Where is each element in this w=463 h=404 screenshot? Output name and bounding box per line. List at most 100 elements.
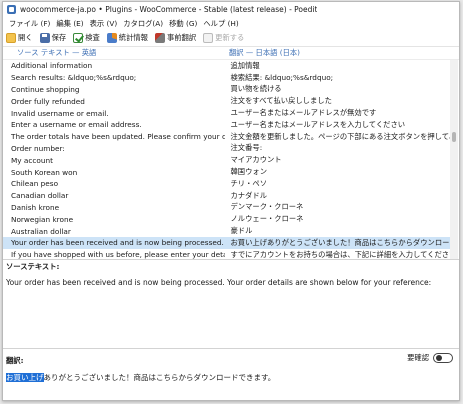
- toggle-knob: [436, 355, 442, 361]
- panel-divider[interactable]: [3, 259, 459, 260]
- row-translation-text: チリ・ペソ: [230, 178, 267, 188]
- panel-divider-2[interactable]: [3, 348, 459, 349]
- row-source-text: Enter a username or email address.: [11, 120, 142, 130]
- list-row[interactable]: Australian dollar 豪ドル: [3, 225, 451, 237]
- list-row[interactable]: South Korean won 韓国ウォン: [3, 166, 451, 178]
- save-icon: [39, 33, 50, 43]
- menu-edit[interactable]: 編集 (E): [53, 19, 86, 29]
- row-translation-text: ユーザー名またはメールアドレスを入力してください: [230, 119, 406, 129]
- validate-label: 検査: [85, 33, 100, 42]
- pretranslate-icon: [154, 33, 165, 43]
- folder-icon: [6, 33, 16, 43]
- open-label: 開く: [18, 33, 33, 42]
- menu-bar: ファイル (F) 編集 (E) 表示 (V) カタログ(A) 移動 (G) ヘル…: [3, 17, 459, 30]
- row-translation-text: ノルウェー・クローネ: [230, 214, 304, 224]
- list-row[interactable]: The order totals have been updated. Plea…: [3, 131, 451, 143]
- row-source-text: Canadian dollar: [11, 191, 69, 201]
- translation-text: お買い上げありがとうございました！商品はこちらからダウンロードできます。: [6, 372, 275, 383]
- pie-chart-icon: [106, 33, 117, 43]
- row-translation-text: お買い上げありがとうございました！商品はこちらからダウンロードできます。: [230, 237, 451, 247]
- pretranslate-label: 事前翻訳: [166, 33, 197, 42]
- toolbar: 開く 保存 検査 統計情報 事前翻訳 更新する: [3, 30, 459, 47]
- save-button[interactable]: 保存: [39, 33, 67, 43]
- list-row[interactable]: If you have shopped with us before, plea…: [3, 249, 451, 259]
- row-translation-text: ユーザー名またはメールアドレスが無効です: [230, 108, 377, 118]
- list-row[interactable]: Canadian dollar カナダドル: [3, 190, 451, 202]
- poedit-app-icon: [7, 5, 16, 14]
- row-translation-text: 検索結果: &ldquo;%s&rdquo;: [230, 72, 334, 82]
- menu-catalog[interactable]: カタログ(A): [120, 19, 166, 29]
- translation-column-header[interactable]: 翻訳 — 日本語 (日本): [225, 48, 452, 58]
- update-icon: [203, 33, 214, 43]
- translation-label: 翻訳:: [6, 356, 24, 365]
- fuzzy-toggle-group: 要確認: [407, 353, 453, 363]
- list-row[interactable]: Order number: 注文番号:: [3, 143, 451, 155]
- row-translation-text: 豪ドル: [230, 226, 253, 236]
- row-source-text: Norwegian krone: [11, 214, 74, 224]
- menu-view[interactable]: 表示 (V): [87, 19, 121, 29]
- menu-help[interactable]: ヘルプ (H): [200, 19, 241, 29]
- source-text-label: ソーステキスト:: [6, 262, 60, 271]
- source-column-header[interactable]: ソース テキスト — 英語: [3, 48, 225, 58]
- list-row[interactable]: Norwegian krone ノルウェー・クローネ: [3, 213, 451, 225]
- check-icon: [73, 33, 84, 43]
- row-translation-text: 注文番号:: [230, 143, 263, 153]
- row-translation-text: マイアカウント: [230, 155, 282, 165]
- update-label: 更新する: [215, 33, 245, 42]
- row-source-text: Additional information: [11, 61, 93, 71]
- row-source-text: Invalid username or email.: [11, 108, 109, 118]
- row-translation-text: 注文をすべて払い戻ししました: [230, 96, 332, 106]
- row-translation-text: すでにアカウントをお持ちの場合は、下記に詳細を入力してください。新規のお...: [230, 249, 451, 259]
- list-row[interactable]: Additional information 追加情報: [3, 60, 451, 72]
- list-row[interactable]: Continue shopping 買い物を続ける: [3, 84, 451, 96]
- row-source-text: If you have shopped with us before, plea…: [11, 250, 225, 259]
- row-source-text: Search results: &ldquo;%s&rdquo;: [11, 73, 137, 83]
- list-row[interactable]: Search results: &ldquo;%s&rdquo; 検索結果: &l…: [3, 72, 451, 84]
- update-button[interactable]: 更新する: [203, 33, 244, 43]
- list-scrollbar[interactable]: [450, 60, 458, 259]
- row-translation-text: カナダドル: [230, 190, 267, 200]
- open-button[interactable]: 開く: [6, 33, 33, 43]
- list-header: ソース テキスト — 英語 翻訳 — 日本語 (日本): [3, 47, 459, 60]
- row-source-text: Order number:: [11, 143, 65, 153]
- row-source-text: Australian dollar: [11, 226, 71, 236]
- row-translation-text: デンマーク・クローネ: [230, 202, 304, 212]
- row-translation-text: 注文金額を更新しました。ページの下部にある注文ボタンを押して、注文を確...: [230, 131, 451, 141]
- menu-go[interactable]: 移動 (G): [166, 19, 200, 29]
- pretranslate-button[interactable]: 事前翻訳: [154, 33, 197, 43]
- scrollbar-thumb[interactable]: [452, 132, 456, 142]
- row-source-text: Order fully refunded: [11, 96, 85, 106]
- row-source-text: Chilean peso: [11, 179, 59, 189]
- row-translation-text: 買い物を続ける: [230, 84, 282, 94]
- translation-list: Additional information 追加情報 Search results…: [3, 60, 451, 259]
- stats-label: 統計情報: [118, 33, 148, 42]
- row-source-text: Continue shopping: [11, 84, 80, 94]
- window-title: woocommerce-ja.po • Plugins - WooCommerc…: [20, 5, 318, 14]
- fuzzy-label: 要確認: [407, 353, 429, 362]
- row-source-text: Your order has been received and is now …: [11, 238, 225, 248]
- row-source-text: My account: [11, 155, 54, 165]
- translation-text-rest: ありがとうございました！商品はこちらからダウンロードできます。: [43, 373, 276, 382]
- row-source-text: Danish krone: [11, 202, 60, 212]
- row-source-text: South Korean won: [11, 167, 78, 177]
- list-row[interactable]: Your order has been received and is now …: [3, 236, 451, 249]
- list-row[interactable]: Chilean peso チリ・ペソ: [3, 178, 451, 190]
- stats-button[interactable]: 統計情報: [106, 33, 148, 43]
- list-row[interactable]: Invalid username or email. ユーザー名またはメールアドレ…: [3, 107, 451, 119]
- title-bar: woocommerce-ja.po • Plugins - WooCommerc…: [3, 2, 459, 17]
- row-translation-text: 追加情報: [230, 60, 260, 70]
- list-row[interactable]: Danish krone デンマーク・クローネ: [3, 202, 451, 214]
- list-row[interactable]: My account マイアカウント: [3, 154, 451, 166]
- validate-button[interactable]: 検査: [73, 33, 100, 43]
- translation-textarea[interactable]: お買い上げありがとうございました！商品はこちらからダウンロードできます。: [4, 368, 458, 400]
- list-row[interactable]: Order fully refunded 注文をすべて払い戻ししました: [3, 95, 451, 107]
- translation-text-selected: お買い上げ: [6, 373, 44, 382]
- row-source-text: The order totals have been updated. Plea…: [11, 132, 225, 142]
- save-label: 保存: [51, 33, 67, 42]
- poedit-window: woocommerce-ja.po • Plugins - WooCommerc…: [2, 1, 460, 401]
- source-text: Your order has been received and is now …: [6, 278, 432, 287]
- menu-file[interactable]: ファイル (F): [6, 19, 53, 29]
- list-row[interactable]: Enter a username or email address. ユーザー名ま…: [3, 119, 451, 131]
- fuzzy-toggle[interactable]: [433, 353, 453, 363]
- row-translation-text: 韓国ウォン: [230, 167, 267, 177]
